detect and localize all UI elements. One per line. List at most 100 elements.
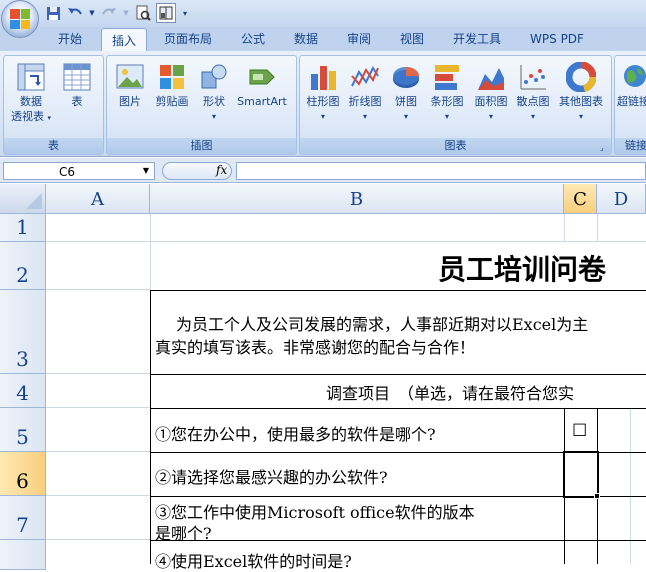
redo-dropdown-icon[interactable]: ▼: [122, 4, 130, 22]
smartart-icon: [247, 62, 277, 92]
hyperlink-button[interactable]: 超链接: [617, 62, 646, 109]
area-chart-dropdown-icon: ▾: [488, 112, 493, 121]
table-icon: [62, 62, 92, 92]
globe-icon: [621, 62, 646, 92]
office-button[interactable]: [1, 0, 39, 38]
group-charts-label: 图表: [300, 138, 611, 154]
scatter-chart-icon: [518, 62, 548, 92]
picture-button[interactable]: 图片: [113, 62, 147, 109]
office-logo-icon: [10, 9, 30, 29]
quick-access-toolbar: ▼ ▼ ▾: [44, 3, 190, 23]
tab-developer[interactable]: 开发工具: [446, 27, 508, 51]
question-1-checkbox[interactable]: ☐: [572, 421, 594, 441]
tab-home[interactable]: 开始: [50, 27, 90, 51]
area-chart-button[interactable]: 面积图 ▾: [470, 62, 512, 124]
insert-function-icon[interactable]: fx: [216, 163, 227, 177]
selected-cell-c6[interactable]: [563, 451, 599, 498]
bar-chart-label: 条形图: [430, 95, 464, 108]
other-charts-label: 其他图表: [559, 95, 603, 108]
row-header-5[interactable]: 5: [0, 408, 46, 452]
pie-chart-icon: [391, 62, 421, 92]
undo-icon[interactable]: [66, 4, 84, 22]
formula-input[interactable]: [236, 162, 646, 180]
row-header-1[interactable]: 1: [0, 214, 46, 242]
tab-view[interactable]: 视图: [392, 27, 432, 51]
scatter-chart-label: 散点图: [516, 95, 550, 108]
column-header-a[interactable]: A: [46, 184, 150, 214]
hyperlink-label: 超链接: [617, 95, 646, 108]
tab-formulas[interactable]: 公式: [233, 27, 273, 51]
chart-dialog-launcher-icon[interactable]: ⌟: [600, 143, 609, 152]
group-charts: 柱形图 ▾ 折线图 ▾ 饼图 ▾ 条形图 ▾ 面积图 ▾ 散点图 ▾ 其他图表 …: [299, 55, 612, 155]
scatter-chart-dropdown-icon: ▾: [530, 112, 535, 121]
tab-data[interactable]: 数据: [286, 27, 326, 51]
other-charts-dropdown-icon: ▾: [578, 112, 583, 121]
other-charts-button[interactable]: 其他图表 ▾: [555, 61, 607, 124]
bar-chart-dropdown-icon: ▾: [444, 112, 449, 121]
group-links: 超链接 链接: [614, 55, 646, 155]
smartart-label: SmartArt: [237, 95, 287, 108]
column-header-d[interactable]: D: [597, 184, 646, 214]
survey-header: 调查项目 （单选，请在最符合您实: [326, 384, 575, 403]
question-4: ④使用Excel软件的时间是?: [155, 552, 352, 571]
table-label: 表: [71, 95, 83, 108]
row-header-7[interactable]: 7: [0, 496, 46, 540]
smartart-button[interactable]: SmartArt: [233, 62, 291, 109]
line-chart-icon: [350, 62, 380, 92]
row-header-4[interactable]: 4: [0, 374, 46, 408]
bar-chart-icon: [432, 62, 462, 92]
group-illustrations: 图片 剪贴画 形状 ▾ SmartArt 插图: [106, 55, 297, 155]
question-3-line-2: 是哪个?: [155, 524, 212, 543]
row-header-8[interactable]: [0, 540, 46, 570]
column-header-c[interactable]: C: [564, 184, 597, 214]
custom-tool-icon[interactable]: [156, 3, 176, 23]
row-header-6[interactable]: 6: [0, 452, 46, 496]
redo-icon[interactable]: [100, 4, 118, 22]
print-preview-icon[interactable]: [134, 4, 152, 22]
column-chart-icon: [308, 62, 338, 92]
customize-qat-icon[interactable]: ▾: [180, 4, 190, 22]
save-icon[interactable]: [44, 4, 62, 22]
line-chart-label: 折线图: [348, 95, 382, 108]
pivot-table-button[interactable]: 数据 透视表 ▾: [8, 62, 54, 126]
shapes-button[interactable]: 形状 ▾: [197, 62, 231, 124]
table-button[interactable]: 表: [60, 62, 94, 109]
line-chart-dropdown-icon: ▾: [362, 112, 367, 121]
pie-chart-label: 饼图: [395, 95, 417, 108]
line-chart-button[interactable]: 折线图 ▾: [344, 62, 386, 124]
scatter-chart-button[interactable]: 散点图 ▾: [512, 62, 554, 124]
tab-wps-pdf[interactable]: WPS PDF: [522, 27, 592, 51]
question-1: ①您在办公中，使用最多的软件是哪个?: [155, 425, 436, 444]
pivot-table-icon: [16, 62, 46, 92]
name-box-dropdown-icon[interactable]: ▼: [140, 163, 152, 179]
tab-page-layout[interactable]: 页面布局: [158, 27, 218, 51]
clipart-icon: [157, 62, 187, 92]
pivot-table-label-2: 透视表 ▾: [10, 110, 51, 123]
column-chart-button[interactable]: 柱形图 ▾: [302, 62, 344, 124]
column-chart-label: 柱形图: [306, 95, 340, 108]
intro-text-line-2: 真实的填写该表。非常感谢您的配合与合作！: [155, 338, 476, 357]
fill-handle[interactable]: [594, 493, 600, 499]
row-header-3[interactable]: 3: [0, 290, 46, 374]
clipart-button[interactable]: 剪贴画: [151, 62, 193, 109]
name-box[interactable]: C6: [3, 162, 155, 180]
row-header-2[interactable]: 2: [0, 242, 46, 290]
area-chart-icon: [476, 62, 506, 92]
bar-chart-button[interactable]: 条形图 ▾: [426, 62, 468, 124]
clipart-label: 剪贴画: [155, 95, 189, 108]
column-header-b[interactable]: B: [150, 184, 564, 214]
tab-insert[interactable]: 插入: [101, 28, 147, 53]
undo-dropdown-icon[interactable]: ▼: [88, 4, 96, 22]
tab-review[interactable]: 审阅: [339, 27, 379, 51]
survey-title: 员工培训问卷: [438, 253, 607, 286]
group-table: 数据 透视表 ▾ 表 表: [3, 55, 104, 155]
doughnut-chart-icon: [565, 61, 597, 93]
intro-text-line-1: 为员工个人及公司发展的需求，人事部近期对以Excel为主: [176, 315, 589, 334]
select-all-triangle-icon: [26, 193, 42, 209]
question-2: ②请选择您最感兴趣的办公软件?: [155, 468, 388, 487]
shapes-icon: [199, 62, 229, 92]
picture-label: 图片: [119, 95, 141, 108]
group-illustrations-label: 插图: [107, 138, 296, 154]
area-chart-label: 面积图: [474, 95, 508, 108]
pie-chart-button[interactable]: 饼图 ▾: [388, 62, 424, 124]
